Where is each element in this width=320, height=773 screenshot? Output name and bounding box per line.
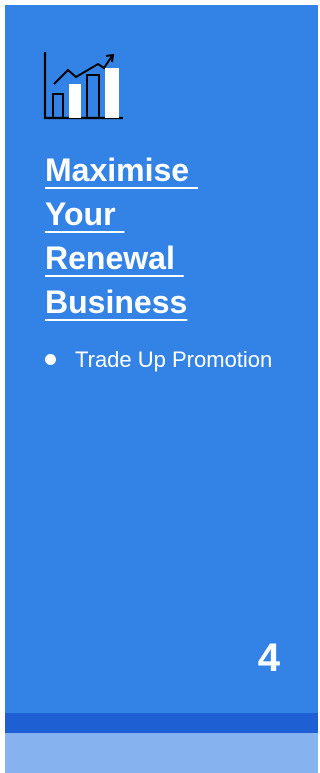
footer-stripe-dark bbox=[5, 713, 318, 733]
title-line-4: Business bbox=[45, 284, 188, 320]
footer-stripe-light bbox=[5, 733, 318, 773]
growth-chart-icon bbox=[43, 52, 123, 120]
title-line-2: Your bbox=[45, 196, 125, 232]
page-number: 4 bbox=[257, 636, 280, 680]
title-line-1: Maximise bbox=[45, 152, 198, 188]
promo-card: Maximise Your Renewal Business Trade Up … bbox=[5, 5, 318, 773]
bullet-list: Trade Up Promotion bbox=[45, 345, 285, 374]
bullet-dot-icon bbox=[45, 354, 56, 365]
bullet-item: Trade Up Promotion bbox=[45, 345, 285, 374]
slide-title: Maximise Your Renewal Business bbox=[45, 148, 305, 324]
title-line-3: Renewal bbox=[45, 240, 184, 276]
bullet-text: Trade Up Promotion bbox=[75, 347, 273, 372]
